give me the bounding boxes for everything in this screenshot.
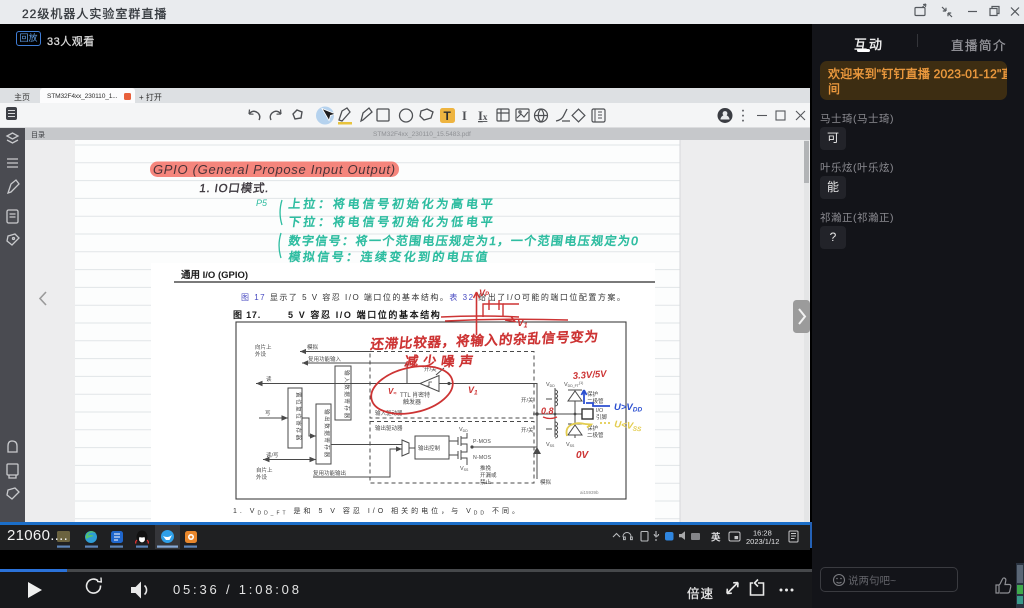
svg-text:P5: P5 bbox=[256, 198, 268, 208]
svg-text:模拟信号：连续变化到的电压值: 模拟信号：连续变化到的电压值 bbox=[288, 249, 492, 264]
svg-text:模拟: 模拟 bbox=[307, 343, 319, 351]
svg-text:向片上: 向片上 bbox=[255, 343, 272, 351]
svg-text:输出数据寄存器: 输出数据寄存器 bbox=[323, 409, 331, 459]
svg-text:N-MOS: N-MOS bbox=[473, 455, 492, 461]
svg-text:外设: 外设 bbox=[255, 350, 267, 358]
svg-text:Ix: Ix bbox=[478, 109, 488, 123]
svg-text:英: 英 bbox=[711, 532, 721, 544]
svg-text:5 V 容忍 I/O 端口位的基本结构: 5 V 容忍 I/O 端口位的基本结构 bbox=[288, 309, 441, 320]
svg-text:0.8: 0.8 bbox=[541, 406, 554, 416]
svg-text:I/O: I/O bbox=[596, 408, 604, 414]
svg-text:写: 写 bbox=[265, 410, 271, 417]
svg-text:推挽: 推挽 bbox=[480, 464, 492, 472]
svg-text:通用 I/O (GPIO): 通用 I/O (GPIO) bbox=[181, 270, 248, 281]
svg-text:自片上: 自片上 bbox=[256, 466, 273, 474]
svg-text:引脚: 引脚 bbox=[596, 413, 608, 421]
svg-text:保护: 保护 bbox=[587, 390, 599, 398]
svg-text:2023/1/12: 2023/1/12 bbox=[746, 537, 779, 546]
svg-text:GPIO (General Propose Input Ou: GPIO (General Propose Input Output) bbox=[153, 162, 396, 177]
svg-text:I: I bbox=[462, 109, 467, 123]
svg-text:读: 读 bbox=[266, 375, 272, 383]
svg-text:0V: 0V bbox=[576, 450, 590, 461]
svg-text:输出控制: 输出控制 bbox=[418, 444, 441, 452]
svg-text:开/关: 开/关 bbox=[521, 396, 534, 404]
svg-text:图 17 显示了 5 V 容忍 I/O 端口位的基本结构。表: 图 17 显示了 5 V 容忍 I/O 端口位的基本结构。表 32 给出了I/O… bbox=[241, 292, 626, 302]
svg-text:下拉：将电信号初始化为低电平: 下拉：将电信号初始化为低电平 bbox=[288, 214, 497, 229]
svg-text:二极管: 二极管 bbox=[587, 431, 604, 439]
svg-text:触发器: 触发器 bbox=[403, 398, 421, 406]
svg-text:图 17.: 图 17. bbox=[233, 310, 261, 320]
svg-text:外设: 外设 bbox=[256, 473, 268, 481]
svg-text:输入数据寄存器: 输入数据寄存器 bbox=[343, 370, 351, 420]
svg-text:TTL 肖密特: TTL 肖密特 bbox=[400, 391, 430, 399]
svg-text:1. IO口模式.: 1. IO口模式. bbox=[199, 182, 271, 195]
svg-text:禁止: 禁止 bbox=[480, 478, 492, 486]
svg-text:上拉：将电信号初始化为高电平: 上拉：将电信号初始化为高电平 bbox=[288, 196, 497, 211]
svg-text:开/关: 开/关 bbox=[521, 426, 534, 434]
svg-text:模拟: 模拟 bbox=[540, 478, 552, 486]
svg-text:置位复位寄存器: 置位复位寄存器 bbox=[295, 392, 303, 442]
svg-text:减少噪声: 减少噪声 bbox=[404, 354, 479, 369]
svg-text:ai15939b: ai15939b bbox=[580, 490, 599, 495]
svg-text:输出驱动器: 输出驱动器 bbox=[375, 424, 403, 432]
svg-text:开漏或: 开漏或 bbox=[480, 471, 497, 479]
svg-text:复用功能输入: 复用功能输入 bbox=[308, 355, 342, 363]
svg-text:数字信号：将一个范围电压规定为1，一个范围电压规定为0: 数字信号：将一个范围电压规定为1，一个范围电压规定为0 bbox=[288, 233, 641, 248]
svg-text:T: T bbox=[444, 109, 452, 123]
svg-text:复用功能输出: 复用功能输出 bbox=[313, 469, 346, 477]
svg-text:P-MOS: P-MOS bbox=[473, 439, 491, 445]
